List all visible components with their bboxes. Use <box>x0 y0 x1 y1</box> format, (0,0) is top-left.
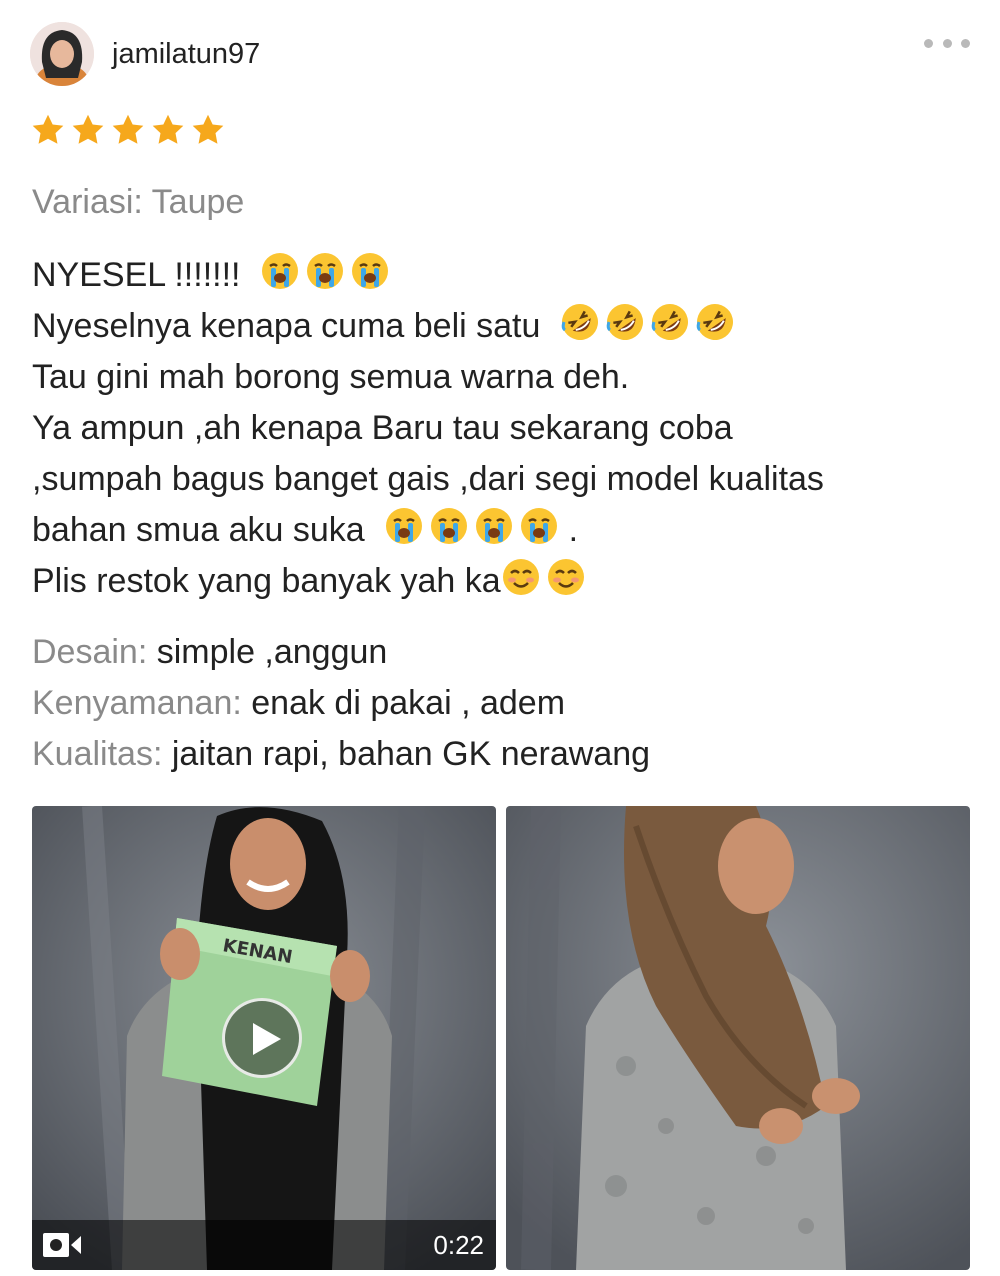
loudly-crying-face-emoji <box>429 506 469 546</box>
avatar[interactable] <box>30 22 94 86</box>
attribute-value: simple ,anggun <box>147 633 388 671</box>
attribute-value: enak di pakai , adem <box>241 684 566 722</box>
review-attributes: Desain: simple ,anggun Kenyamanan: enak … <box>32 627 650 780</box>
rolling-on-floor-laughing-emoji <box>560 302 600 342</box>
rolling-on-floor-laughing-emoji <box>650 302 690 342</box>
loudly-crying-face-emoji <box>305 251 345 291</box>
star-icon <box>112 114 144 144</box>
more-dot-icon <box>961 38 970 48</box>
play-button[interactable] <box>222 998 302 1078</box>
attribute-quality: Kualitas: jaitan rapi, bahan GK nerawang <box>32 729 650 780</box>
review-header: jamilatun97 <box>30 22 970 88</box>
review-line-text: Plis restok yang banyak yah ka <box>32 562 501 600</box>
star-icon <box>72 114 104 144</box>
loudly-crying-face-emoji <box>519 506 559 546</box>
video-info-bar: 0:22 <box>32 1220 496 1270</box>
play-icon <box>253 1023 281 1055</box>
smiling-face-emoji <box>501 557 541 597</box>
attribute-label: Kualitas: <box>32 735 163 773</box>
video-camera-icon <box>43 1233 81 1257</box>
rolling-on-floor-laughing-emoji <box>695 302 735 342</box>
attribute-label: Kenyamanan: <box>32 684 242 722</box>
video-thumbnail[interactable]: KENAN 0:22 <box>32 806 496 1270</box>
review-line: Ya ampun ,ah kenapa Baru tau sekarang co… <box>32 403 972 454</box>
emoji-group <box>384 506 559 546</box>
avatar-image <box>30 22 94 86</box>
review-media: KENAN 0:22 <box>32 806 970 1270</box>
review-line: Tau gini mah borong semua warna deh. <box>32 352 972 403</box>
attribute-label: Desain: <box>32 633 148 671</box>
emoji-group <box>501 557 586 597</box>
review-line-text: Ya ampun ,ah kenapa Baru tau sekarang co… <box>32 409 733 447</box>
loudly-crying-face-emoji <box>260 251 300 291</box>
review-photo-image <box>506 806 970 1270</box>
review-line: ,sumpah bagus banget gais ,dari segi mod… <box>32 454 972 505</box>
star-icon <box>152 114 184 144</box>
star-icon <box>32 114 64 144</box>
star-rating <box>30 112 226 148</box>
review-line-text: . <box>568 511 579 549</box>
photo-thumbnail[interactable] <box>506 806 970 1270</box>
loudly-crying-face-emoji <box>384 506 424 546</box>
more-dot-icon <box>924 38 933 48</box>
review-line: NYESEL !!!!!!! <box>32 250 972 301</box>
video-duration: 0:22 <box>433 1230 484 1260</box>
star-icon <box>192 114 224 144</box>
attribute-comfort: Kenyamanan: enak di pakai , adem <box>32 678 650 729</box>
rolling-on-floor-laughing-emoji <box>605 302 645 342</box>
smiling-face-emoji <box>546 557 586 597</box>
loudly-crying-face-emoji <box>350 251 390 291</box>
more-options-button[interactable] <box>924 36 970 50</box>
review-text: NYESEL !!!!!!! Nyeselnya kenapa cuma bel… <box>32 250 972 607</box>
attribute-value: jaitan rapi, bahan GK nerawang <box>162 735 651 773</box>
review-line-text: bahan smua aku suka <box>32 511 365 549</box>
review-line: Plis restok yang banyak yah ka <box>32 556 972 607</box>
emoji-group <box>560 302 735 342</box>
attribute-design: Desain: simple ,anggun <box>32 627 650 678</box>
review-line-text: Tau gini mah borong semua warna deh. <box>32 358 630 396</box>
review-line-text: Nyeselnya kenapa cuma beli satu <box>32 307 541 345</box>
more-dot-icon <box>942 38 952 48</box>
loudly-crying-face-emoji <box>474 506 514 546</box>
emoji-group <box>260 251 390 291</box>
review-line: bahan smua aku suka . <box>32 505 972 556</box>
review-line-text: NYESEL !!!!!!! <box>32 256 241 294</box>
review-line: Nyeselnya kenapa cuma beli satu <box>32 301 972 352</box>
username[interactable]: jamilatun97 <box>112 38 260 71</box>
variation-label: Variasi: Taupe <box>32 183 245 221</box>
review-line-text: ,sumpah bagus banget gais ,dari segi mod… <box>32 460 824 498</box>
